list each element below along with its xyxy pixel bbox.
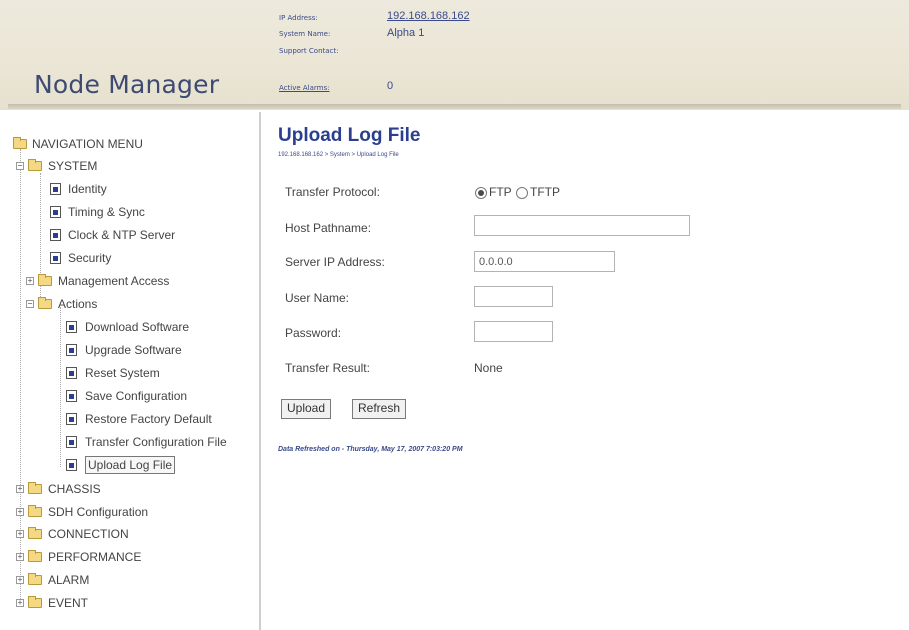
folder-icon [38,274,52,286]
folder-icon [28,550,42,562]
password-label: Password: [285,326,342,340]
app-title: Node Manager [34,70,220,99]
transfer-result-value: None [474,361,503,375]
server-ip-label: Server IP Address: [285,255,385,269]
system-name-value: Alpha 1 [387,27,425,39]
folder-icon [28,573,42,585]
page-icon [66,367,77,379]
collapse-icon[interactable]: − [26,300,34,308]
expand-icon[interactable]: + [16,485,24,493]
host-pathname-label: Host Pathname: [285,221,372,235]
support-contact-label: Support Contact: [279,47,339,55]
folder-icon [28,482,42,494]
transfer-protocol-label: Transfer Protocol: [285,185,380,199]
password-input[interactable] [474,321,553,342]
system-name-label: System Name: [279,30,331,38]
page-icon [50,252,61,264]
tftp-radio[interactable] [516,187,528,199]
folder-icon [28,505,42,517]
expand-icon[interactable]: + [26,277,34,285]
active-alarms-count: 0 [387,80,394,92]
breadcrumb: 192.168.168.162 > System > Upload Log Fi… [278,152,399,158]
page-icon [50,206,61,218]
expand-icon[interactable]: + [16,553,24,561]
user-name-input[interactable] [474,286,553,307]
page-icon [66,390,77,402]
folder-icon [28,527,42,539]
transfer-result-label: Transfer Result: [285,361,370,375]
page-icon [66,321,77,333]
expand-icon[interactable]: + [16,530,24,538]
ip-address-link[interactable]: 192.168.168.162 [387,10,470,22]
sidebar-divider [259,112,261,630]
expand-icon[interactable]: + [16,599,24,607]
folder-open-icon [38,297,52,309]
page-icon [50,229,61,241]
upload-button[interactable]: Upload [281,399,332,419]
folder-icon [13,137,27,149]
page-icon [66,413,77,425]
ip-address-label: IP Address: [279,14,318,22]
tftp-radio-label: TFTP [530,185,560,199]
ftp-radio-label: FTP [489,185,512,199]
ftp-radio[interactable] [475,187,487,199]
navigation-tree: NAVIGATION MENU − SYSTEM Identity Timing… [0,125,259,630]
data-refreshed-timestamp: Data Refreshed on - Thursday, May 17, 20… [278,446,463,453]
expand-icon[interactable]: + [16,508,24,516]
folder-open-icon [28,159,42,171]
main-content: Upload Log File 192.168.168.162 > System… [278,125,898,625]
user-name-label: User Name: [285,291,350,305]
page-icon [50,183,61,195]
expand-icon[interactable]: + [16,576,24,584]
server-ip-input[interactable] [474,251,615,272]
host-pathname-input[interactable] [474,215,690,236]
page-icon [66,459,77,471]
header-divider [8,104,901,109]
header: Node Manager IP Address: 192.168.168.162… [0,0,909,110]
collapse-icon[interactable]: − [16,162,24,170]
tree-guide-line [60,307,61,467]
page-title: Upload Log File [278,125,421,146]
page-icon [66,344,77,356]
page-icon [66,436,77,448]
folder-icon [28,596,42,608]
refresh-button[interactable]: Refresh [352,399,407,419]
active-alarms-link[interactable]: Active Alarms: [279,84,329,92]
